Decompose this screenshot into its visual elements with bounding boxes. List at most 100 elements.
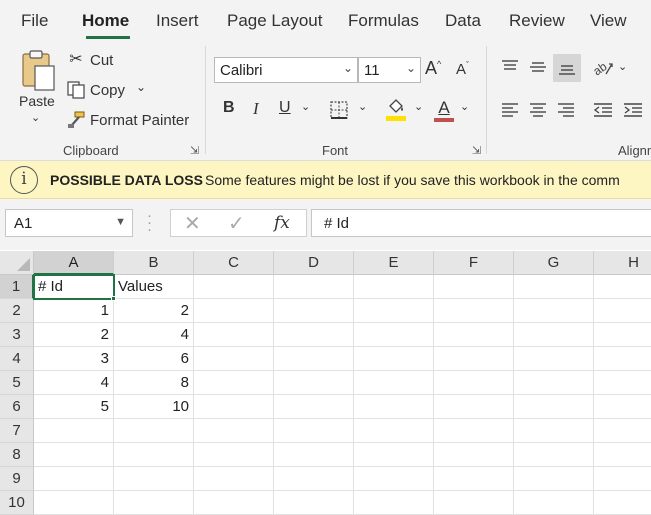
cell-h10[interactable] (594, 491, 651, 515)
cell-e10[interactable] (354, 491, 434, 515)
insert-function-icon[interactable]: fx (274, 213, 290, 233)
cell-d2[interactable] (274, 299, 354, 323)
cell-c8[interactable] (194, 443, 274, 467)
orientation-chevron-icon[interactable]: ⌄ (618, 60, 627, 73)
borders-icon[interactable] (329, 100, 349, 120)
column-header-b[interactable]: B (114, 251, 194, 275)
grow-font-button[interactable]: A^ (425, 58, 441, 79)
cell-b5[interactable]: 8 (114, 371, 194, 395)
cell-a1[interactable]: # Id (33, 274, 115, 300)
cell-d9[interactable] (274, 467, 354, 491)
formula-bar-grip-icon[interactable]: · · · (147, 208, 152, 237)
cell-c7[interactable] (194, 419, 274, 443)
row-header-6[interactable]: 6 (0, 395, 34, 419)
row-header-8[interactable]: 8 (0, 443, 34, 467)
cell-f7[interactable] (434, 419, 514, 443)
align-center-icon[interactable] (528, 100, 548, 120)
chevron-down-icon[interactable]: ▼ (115, 216, 126, 228)
cut-button[interactable]: Cut (90, 52, 113, 69)
enter-icon[interactable]: ✓ (228, 211, 245, 236)
align-left-icon[interactable] (500, 100, 520, 120)
cell-d7[interactable] (274, 419, 354, 443)
cell-f10[interactable] (434, 491, 514, 515)
cell-h5[interactable] (594, 371, 651, 395)
cell-g3[interactable] (514, 323, 594, 347)
cell-a2[interactable]: 1 (34, 299, 114, 323)
cell-c9[interactable] (194, 467, 274, 491)
tab-formulas[interactable]: Formulas (348, 11, 419, 31)
cell-f8[interactable] (434, 443, 514, 467)
cell-a7[interactable] (34, 419, 114, 443)
cell-g5[interactable] (514, 371, 594, 395)
cell-b8[interactable] (114, 443, 194, 467)
cell-c2[interactable] (194, 299, 274, 323)
cell-g1[interactable] (514, 275, 594, 299)
borders-chevron-icon[interactable]: ⌄ (358, 100, 367, 113)
cell-h1[interactable] (594, 275, 651, 299)
decrease-indent-icon[interactable] (592, 100, 614, 120)
cell-a6[interactable]: 5 (34, 395, 114, 419)
tab-view[interactable]: View (590, 11, 627, 31)
cell-a5[interactable]: 4 (34, 371, 114, 395)
copy-icon[interactable] (65, 80, 87, 100)
cell-e5[interactable] (354, 371, 434, 395)
cell-g7[interactable] (514, 419, 594, 443)
cell-e4[interactable] (354, 347, 434, 371)
align-right-icon[interactable] (556, 100, 576, 120)
font-launcher-icon[interactable]: ⇲ (472, 144, 481, 157)
underline-chevron-icon[interactable]: ⌄ (301, 100, 310, 113)
column-header-a[interactable]: A (34, 251, 114, 275)
paste-label[interactable]: Paste (19, 93, 55, 109)
cell-g4[interactable] (514, 347, 594, 371)
orientation-icon[interactable]: ab (592, 57, 614, 79)
cell-e1[interactable] (354, 275, 434, 299)
cell-g10[interactable] (514, 491, 594, 515)
column-header-e[interactable]: E (354, 251, 434, 275)
row-header-2[interactable]: 2 (0, 299, 34, 323)
cell-h8[interactable] (594, 443, 651, 467)
cell-b1[interactable]: Values (114, 275, 194, 299)
font-color-icon[interactable]: A (434, 97, 454, 123)
bold-button[interactable]: B (223, 99, 235, 117)
cell-f1[interactable] (434, 275, 514, 299)
cell-c3[interactable] (194, 323, 274, 347)
italic-button[interactable]: I (253, 99, 259, 119)
formula-input[interactable]: # Id (311, 209, 651, 237)
shrink-font-button[interactable]: Aˇ (456, 60, 469, 78)
tab-file[interactable]: File (21, 11, 48, 31)
tab-data[interactable]: Data (445, 11, 481, 31)
column-header-g[interactable]: G (514, 251, 594, 275)
paste-chevron-icon[interactable]: ⌄ (31, 111, 40, 124)
cell-d4[interactable] (274, 347, 354, 371)
cell-g9[interactable] (514, 467, 594, 491)
fill-color-chevron-icon[interactable]: ⌄ (414, 100, 423, 113)
cell-e3[interactable] (354, 323, 434, 347)
tab-review[interactable]: Review (509, 11, 565, 31)
tab-page-layout[interactable]: Page Layout (227, 11, 322, 31)
cell-c4[interactable] (194, 347, 274, 371)
tab-home[interactable]: Home (82, 11, 129, 31)
copy-chevron-icon[interactable]: ⌄ (136, 80, 146, 94)
cell-b10[interactable] (114, 491, 194, 515)
cell-b9[interactable] (114, 467, 194, 491)
column-header-d[interactable]: D (274, 251, 354, 275)
cell-e6[interactable] (354, 395, 434, 419)
cell-h7[interactable] (594, 419, 651, 443)
underline-button[interactable]: U (279, 99, 291, 117)
cell-c5[interactable] (194, 371, 274, 395)
font-color-chevron-icon[interactable]: ⌄ (460, 100, 469, 113)
cell-e2[interactable] (354, 299, 434, 323)
format-painter-icon[interactable] (65, 110, 87, 130)
cell-a9[interactable] (34, 467, 114, 491)
cell-g6[interactable] (514, 395, 594, 419)
cell-f6[interactable] (434, 395, 514, 419)
row-header-7[interactable]: 7 (0, 419, 34, 443)
cell-f2[interactable] (434, 299, 514, 323)
cell-f5[interactable] (434, 371, 514, 395)
cell-e9[interactable] (354, 467, 434, 491)
name-box[interactable]: A1 ▼ (5, 209, 133, 237)
paste-icon[interactable] (18, 48, 58, 92)
font-size-dropdown[interactable]: 11 ⌄ (358, 57, 421, 83)
cell-a4[interactable]: 3 (34, 347, 114, 371)
fill-color-icon[interactable] (385, 98, 407, 122)
